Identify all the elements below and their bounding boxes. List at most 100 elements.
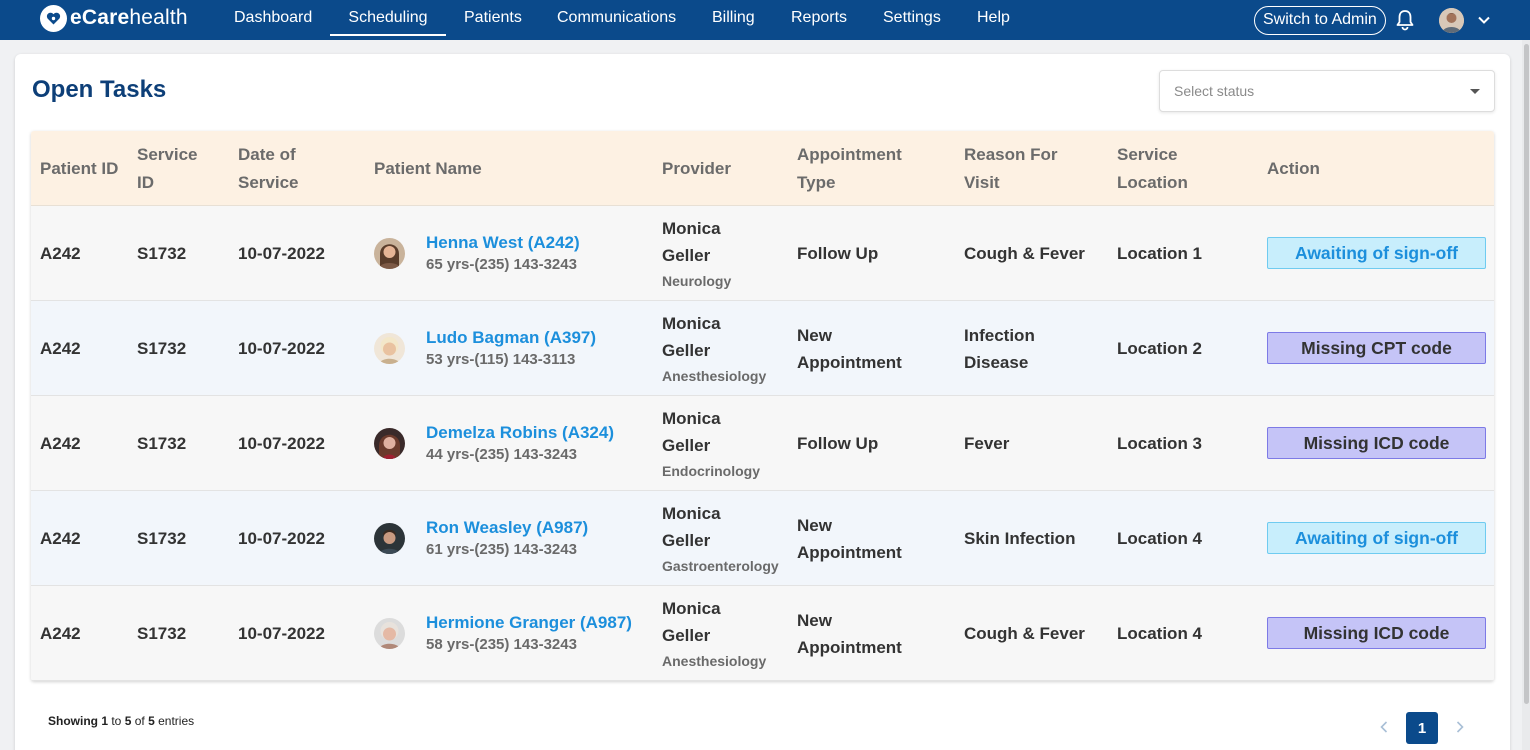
patient-detail: 65 yrs-(235) 143-3243 [426,255,577,273]
appointment-type-cell: New Appointment [797,325,902,372]
provider-cell: Monica Geller Anesthesiology [662,586,772,681]
patient-name-cell: Ron Weasley (A987) 61 yrs-(235) 143-3243 [374,491,588,586]
brand-name: eCarehealth [70,6,188,29]
provider-name: Monica Geller [662,313,721,360]
patient-name-link[interactable]: Demelza Robins (A324) [426,422,614,444]
patient-id-cell: A242 [40,434,81,453]
bell-icon[interactable] [1395,9,1415,31]
column-header-date-of-service[interactable]: Date of Service [238,131,328,206]
patient-name-link[interactable]: Ludo Bagman (A397) [426,327,596,349]
column-header-provider[interactable]: Provider [662,131,782,206]
nav-settings[interactable]: Settings [883,0,941,36]
table-row[interactable]: A242 S1732 10-07-2022 Henna West (A242) … [31,206,1494,301]
nav-help[interactable]: Help [977,0,1010,36]
table-header: Patient ID Service ID Date of Service Pa… [31,131,1494,206]
nav-patients[interactable]: Patients [464,0,522,36]
brand-logo[interactable]: eCarehealth [40,3,188,33]
patient-detail: 58 yrs-(235) 143-3243 [426,635,577,653]
patient-name-cell: Demelza Robins (A324) 44 yrs-(235) 143-3… [374,396,614,491]
avatar [374,428,405,459]
column-header-reason-for-visit[interactable]: Reason For Visit [964,131,1084,206]
avatar [374,523,405,554]
avatar[interactable] [1439,8,1464,33]
patient-id-cell: A242 [40,339,81,358]
service-location-cell: Location 1 [1117,244,1203,263]
reason-for-visit-cell: Infection Disease [964,325,1035,372]
switch-to-admin-button[interactable]: Switch to Admin [1254,6,1386,35]
column-header-patient-name[interactable]: Patient Name [374,131,574,206]
table-row[interactable]: A242 S1732 10-07-2022 Ron Weasley (A987)… [31,491,1494,586]
nav-scheduling[interactable]: Scheduling [330,0,446,36]
page-title: Open Tasks [32,76,167,103]
provider-specialty: Neurology [662,272,732,289]
column-header-appointment-type[interactable]: Appointment Type [797,131,927,206]
patient-name-link[interactable]: Henna West (A242) [426,232,580,254]
nav-dashboard[interactable]: Dashboard [234,0,312,36]
date-of-service-cell: 10-07-2022 [238,624,325,643]
column-header-action: Action [1267,158,1320,178]
date-of-service-cell: 10-07-2022 [238,244,325,263]
scrollbar-thumb[interactable] [1524,44,1529,704]
chevron-right-icon[interactable] [1455,719,1465,735]
provider-specialty: Endocrinology [662,462,760,479]
service-id-cell: S1732 [137,339,187,358]
provider-specialty: Gastroenterology [662,557,779,574]
date-of-service-cell: 10-07-2022 [238,339,325,358]
patient-name-cell: Hermione Granger (A987) 58 yrs-(235) 143… [374,586,632,681]
awaiting-sign-off-button[interactable]: Awaiting of sign-off [1267,237,1486,269]
missing-icd-code-button[interactable]: Missing ICD code [1267,427,1486,459]
patient-detail: 44 yrs-(235) 143-3243 [426,445,577,463]
patient-id-cell: A242 [40,624,81,643]
patient-detail: 53 yrs-(115) 143-3113 [426,350,576,368]
awaiting-sign-off-button[interactable]: Awaiting of sign-off [1267,522,1486,554]
appointment-type-cell: New Appointment [797,610,902,657]
column-header-service-id[interactable]: Service ID [137,131,217,206]
patient-name-link[interactable]: Hermione Granger (A987) [426,612,632,634]
nav-reports[interactable]: Reports [791,0,847,36]
status-select-placeholder: Select status [1174,83,1255,99]
appointment-type-cell: New Appointment [797,515,902,562]
missing-icd-code-button[interactable]: Missing ICD code [1267,617,1486,649]
pagination-page-button[interactable]: 1 [1406,712,1438,744]
provider-cell: Monica Geller Endocrinology [662,396,772,491]
service-location-cell: Location 3 [1117,434,1203,453]
provider-specialty: Anesthesiology [662,652,767,669]
chevron-left-icon[interactable] [1379,719,1389,735]
avatar [374,238,405,269]
column-header-patient-id[interactable]: Patient ID [40,131,120,206]
open-tasks-table: Patient ID Service ID Date of Service Pa… [31,131,1494,681]
table-row[interactable]: A242 S1732 10-07-2022 Ludo Bagman (A397)… [31,301,1494,396]
service-id-cell: S1732 [137,244,187,263]
provider-cell: Monica Geller Anesthesiology [662,301,772,396]
patient-name-link[interactable]: Ron Weasley (A987) [426,517,588,539]
reason-for-visit-cell: Cough & Fever [964,244,1085,263]
heart-logo-icon [40,4,67,32]
patient-name-cell: Ludo Bagman (A397) 53 yrs-(115) 143-3113 [374,301,596,396]
date-of-service-cell: 10-07-2022 [238,529,325,548]
patient-id-cell: A242 [40,244,81,263]
service-id-cell: S1732 [137,434,187,453]
patient-id-cell: A242 [40,529,81,548]
patient-name-cell: Henna West (A242) 65 yrs-(235) 143-3243 [374,206,580,301]
provider-name: Monica Geller [662,218,721,265]
service-location-cell: Location 4 [1117,529,1203,548]
nav-communications[interactable]: Communications [557,0,676,36]
missing-cpt-code-button[interactable]: Missing CPT code [1267,332,1486,364]
appointment-type-cell: Follow Up [797,244,879,263]
reason-for-visit-cell: Fever [964,434,1010,453]
top-navbar: eCarehealth Dashboard Scheduling Patient… [0,0,1530,40]
provider-name: Monica Geller [662,598,721,645]
service-id-cell: S1732 [137,529,187,548]
caret-down-icon [1470,89,1480,94]
column-header-service-location[interactable]: Service Location [1117,131,1227,206]
table-row[interactable]: A242 S1732 10-07-2022 Demelza Robins (A3… [31,396,1494,491]
avatar [374,618,405,649]
table-row[interactable]: A242 S1732 10-07-2022 Hermione Granger (… [31,586,1494,681]
provider-cell: Monica Geller Neurology [662,206,772,301]
status-select[interactable]: Select status [1159,70,1495,112]
service-location-cell: Location 2 [1117,339,1203,358]
reason-for-visit-cell: Skin Infection [964,529,1076,548]
patient-detail: 61 yrs-(235) 143-3243 [426,540,577,558]
nav-billing[interactable]: Billing [712,0,755,36]
chevron-down-icon[interactable] [1476,12,1492,28]
